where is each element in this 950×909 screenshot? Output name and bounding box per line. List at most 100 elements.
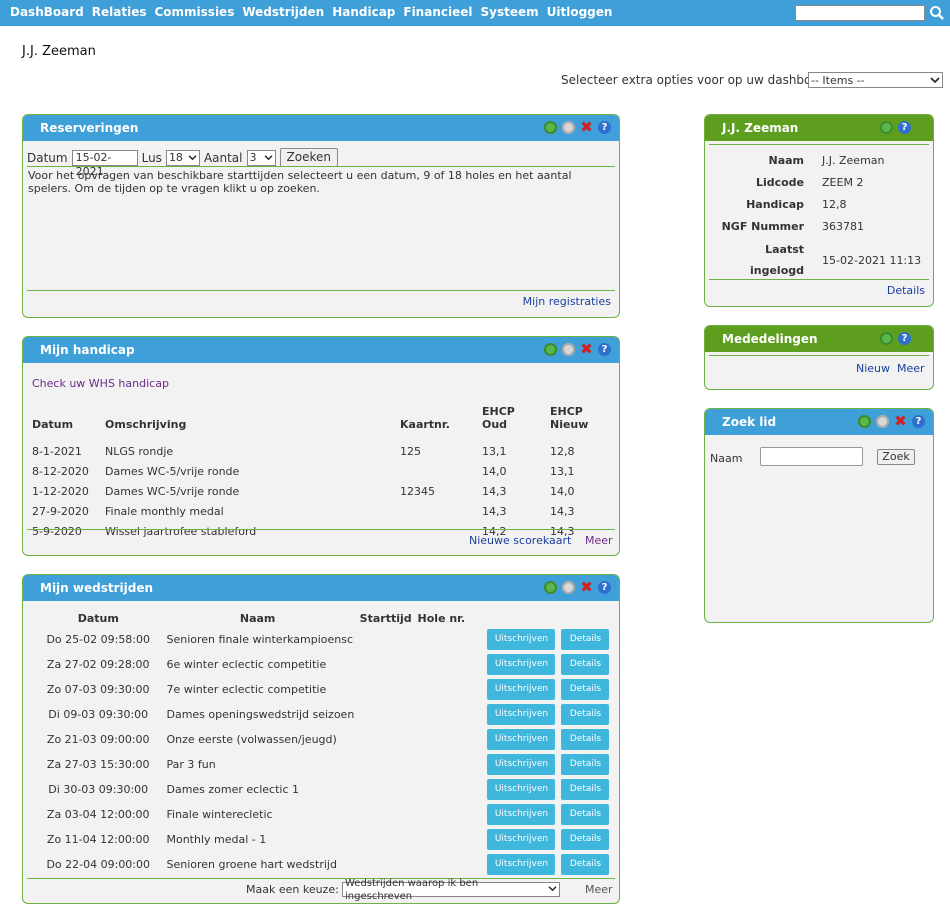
table-row: Zo 11-04 12:00:00 Monthly medal - 1 Uitsc… <box>35 827 615 852</box>
nav-relaties[interactable]: Relaties <box>92 5 147 19</box>
column-header: Naam <box>239 611 276 625</box>
table-row: Za 27-02 09:28:00 6e winter eclectic comp… <box>35 652 615 677</box>
copy-icon[interactable] <box>876 415 889 428</box>
lus-select[interactable]: 18 <box>165 149 200 166</box>
nav-uitloggen[interactable]: Uitloggen <box>547 5 613 19</box>
uitschrijven-button[interactable]: Uitschrijven <box>487 829 556 850</box>
refresh-icon[interactable] <box>544 343 557 356</box>
divider <box>27 529 615 530</box>
close-icon[interactable]: ✖ <box>894 414 907 429</box>
details-button[interactable]: Details <box>561 629 610 650</box>
copy-icon[interactable] <box>562 343 575 356</box>
panel-title: Mededelingen <box>722 332 818 346</box>
nav-commissies[interactable]: Commissies <box>154 5 234 19</box>
nav-handicap[interactable]: Handicap <box>332 5 395 19</box>
copy-icon[interactable] <box>562 581 575 594</box>
wedstrijden-table: Datum Naam Starttijd Hole nr. Do 25-02 0… <box>35 609 615 877</box>
profile-header: J.J. Zeeman ? <box>705 115 933 141</box>
table-row: Di 30-03 09:30:00 Dames zomer eclectic 1 … <box>35 777 615 802</box>
uitschrijven-button[interactable]: Uitschrijven <box>487 679 556 700</box>
column-header: Hole nr. <box>417 611 466 625</box>
table-row: 27-9-2020 Finale monthly medal 14,3 14,3 <box>32 504 575 518</box>
help-icon[interactable]: ? <box>898 332 911 345</box>
help-icon[interactable]: ? <box>898 121 911 134</box>
refresh-icon[interactable] <box>880 121 893 134</box>
reservation-instructions: Voor het opvragen van beschikbare startt… <box>28 169 572 195</box>
uitschrijven-button[interactable]: Uitschrijven <box>487 754 556 775</box>
lus-label: Lus <box>141 150 162 165</box>
lus-value: 18 <box>168 150 183 164</box>
column-header: Datum <box>32 418 74 431</box>
search-input[interactable] <box>795 5 925 21</box>
page-title: J.J. Zeeman <box>22 44 96 59</box>
panel-title: Reserveringen <box>40 121 139 135</box>
details-button[interactable]: Details <box>561 779 610 800</box>
datum-input[interactable]: 15-02-2021 <box>71 149 138 178</box>
nav-dashboard[interactable]: DashBoard <box>10 5 84 19</box>
naam-input[interactable] <box>760 447 863 466</box>
details-button[interactable]: Details <box>561 829 610 850</box>
table-row: Za 03-04 12:00:00 Finale winterecletic Ui… <box>35 802 615 827</box>
nav-systeem[interactable]: Systeem <box>481 5 539 19</box>
refresh-icon[interactable] <box>544 581 557 594</box>
details-button[interactable]: Details <box>561 754 610 775</box>
help-icon[interactable]: ? <box>598 343 611 356</box>
help-icon[interactable]: ? <box>912 415 925 428</box>
dashboard-options-select[interactable]: -- Items -- <box>808 72 943 88</box>
table-row: Di 09-03 09:30:00 Dames openingswedstrijd… <box>35 702 615 727</box>
close-icon[interactable]: ✖ <box>580 580 593 595</box>
refresh-icon[interactable] <box>544 121 557 134</box>
aantal-label: Aantal <box>203 150 243 165</box>
search-icon[interactable] <box>929 4 945 22</box>
mededelingen-nieuw-link[interactable]: Nieuw <box>856 362 890 375</box>
help-icon[interactable]: ? <box>598 121 611 134</box>
refresh-icon[interactable] <box>858 415 871 428</box>
handicap-table: Datum Omschrijving Kaartnr. EHCP Oud EHC… <box>32 401 617 541</box>
table-row: Zo 07-03 09:30:00 7e winter eclectic comp… <box>35 677 615 702</box>
help-icon[interactable]: ? <box>598 581 611 594</box>
uitschrijven-button[interactable]: Uitschrijven <box>487 804 556 825</box>
dashboard-options-label: Selecteer extra opties voor op uw dashbo… <box>561 73 832 87</box>
zoeken-button[interactable]: Zoeken <box>279 148 338 167</box>
aantal-select[interactable]: 3 <box>246 149 276 166</box>
main-menu: DashBoard Relaties Commissies Wedstrijde… <box>10 5 612 19</box>
uitschrijven-button[interactable]: Uitschrijven <box>487 704 556 725</box>
profile-details-link[interactable]: Details <box>887 284 925 297</box>
zoek-lid-header: Zoek lid ✖ ? <box>705 409 933 435</box>
aantal-value: 3 <box>249 150 257 164</box>
details-button[interactable]: Details <box>561 654 610 675</box>
uitschrijven-button[interactable]: Uitschrijven <box>487 729 556 750</box>
column-header: Starttijd <box>359 611 412 625</box>
close-icon[interactable]: ✖ <box>580 342 593 357</box>
uitschrijven-button[interactable]: Uitschrijven <box>487 629 556 650</box>
chevron-down-icon <box>548 883 557 896</box>
close-icon[interactable]: ✖ <box>580 120 593 135</box>
handicap-meer-link[interactable]: Meer <box>585 534 613 547</box>
uitschrijven-button[interactable]: Uitschrijven <box>487 654 556 675</box>
details-button[interactable]: Details <box>561 679 610 700</box>
details-button[interactable]: Details <box>561 854 610 875</box>
uitschrijven-button[interactable]: Uitschrijven <box>487 854 556 875</box>
mijn-registraties-link[interactable]: Mijn registraties <box>523 295 611 308</box>
reserveringen-header: Reserveringen ✖ ? <box>23 115 619 141</box>
divider <box>27 290 615 291</box>
details-button[interactable]: Details <box>561 804 610 825</box>
profile-table: Naam J.J. Zeeman Lidcode ZEEM 2 Handicap 12… <box>721 153 922 278</box>
mededelingen-header: Mededelingen ? <box>705 326 933 352</box>
refresh-icon[interactable] <box>880 332 893 345</box>
zoek-button[interactable]: Zoek <box>877 449 915 465</box>
column-header: Kaartnr. <box>400 418 450 431</box>
whs-handicap-link[interactable]: Check uw WHS handicap <box>32 377 169 390</box>
details-button[interactable]: Details <box>561 729 610 750</box>
copy-icon[interactable] <box>562 121 575 134</box>
mededelingen-panel: Mededelingen ? Nieuw Meer <box>704 325 934 390</box>
keuze-select[interactable]: Wedstrijden waarop ik ben ingeschreven <box>342 878 560 902</box>
nieuwe-scorekaart-link[interactable]: Nieuwe scorekaart <box>469 534 571 547</box>
details-button[interactable]: Details <box>561 704 610 725</box>
uitschrijven-button[interactable]: Uitschrijven <box>487 779 556 800</box>
nav-wedstrijden[interactable]: Wedstrijden <box>242 5 324 19</box>
column-header: EHCP Oud <box>482 405 515 431</box>
mededelingen-meer-link[interactable]: Meer <box>897 362 925 375</box>
wedstrijden-meer-link[interactable]: Meer <box>585 883 613 896</box>
nav-financieel[interactable]: Financieel <box>403 5 472 19</box>
